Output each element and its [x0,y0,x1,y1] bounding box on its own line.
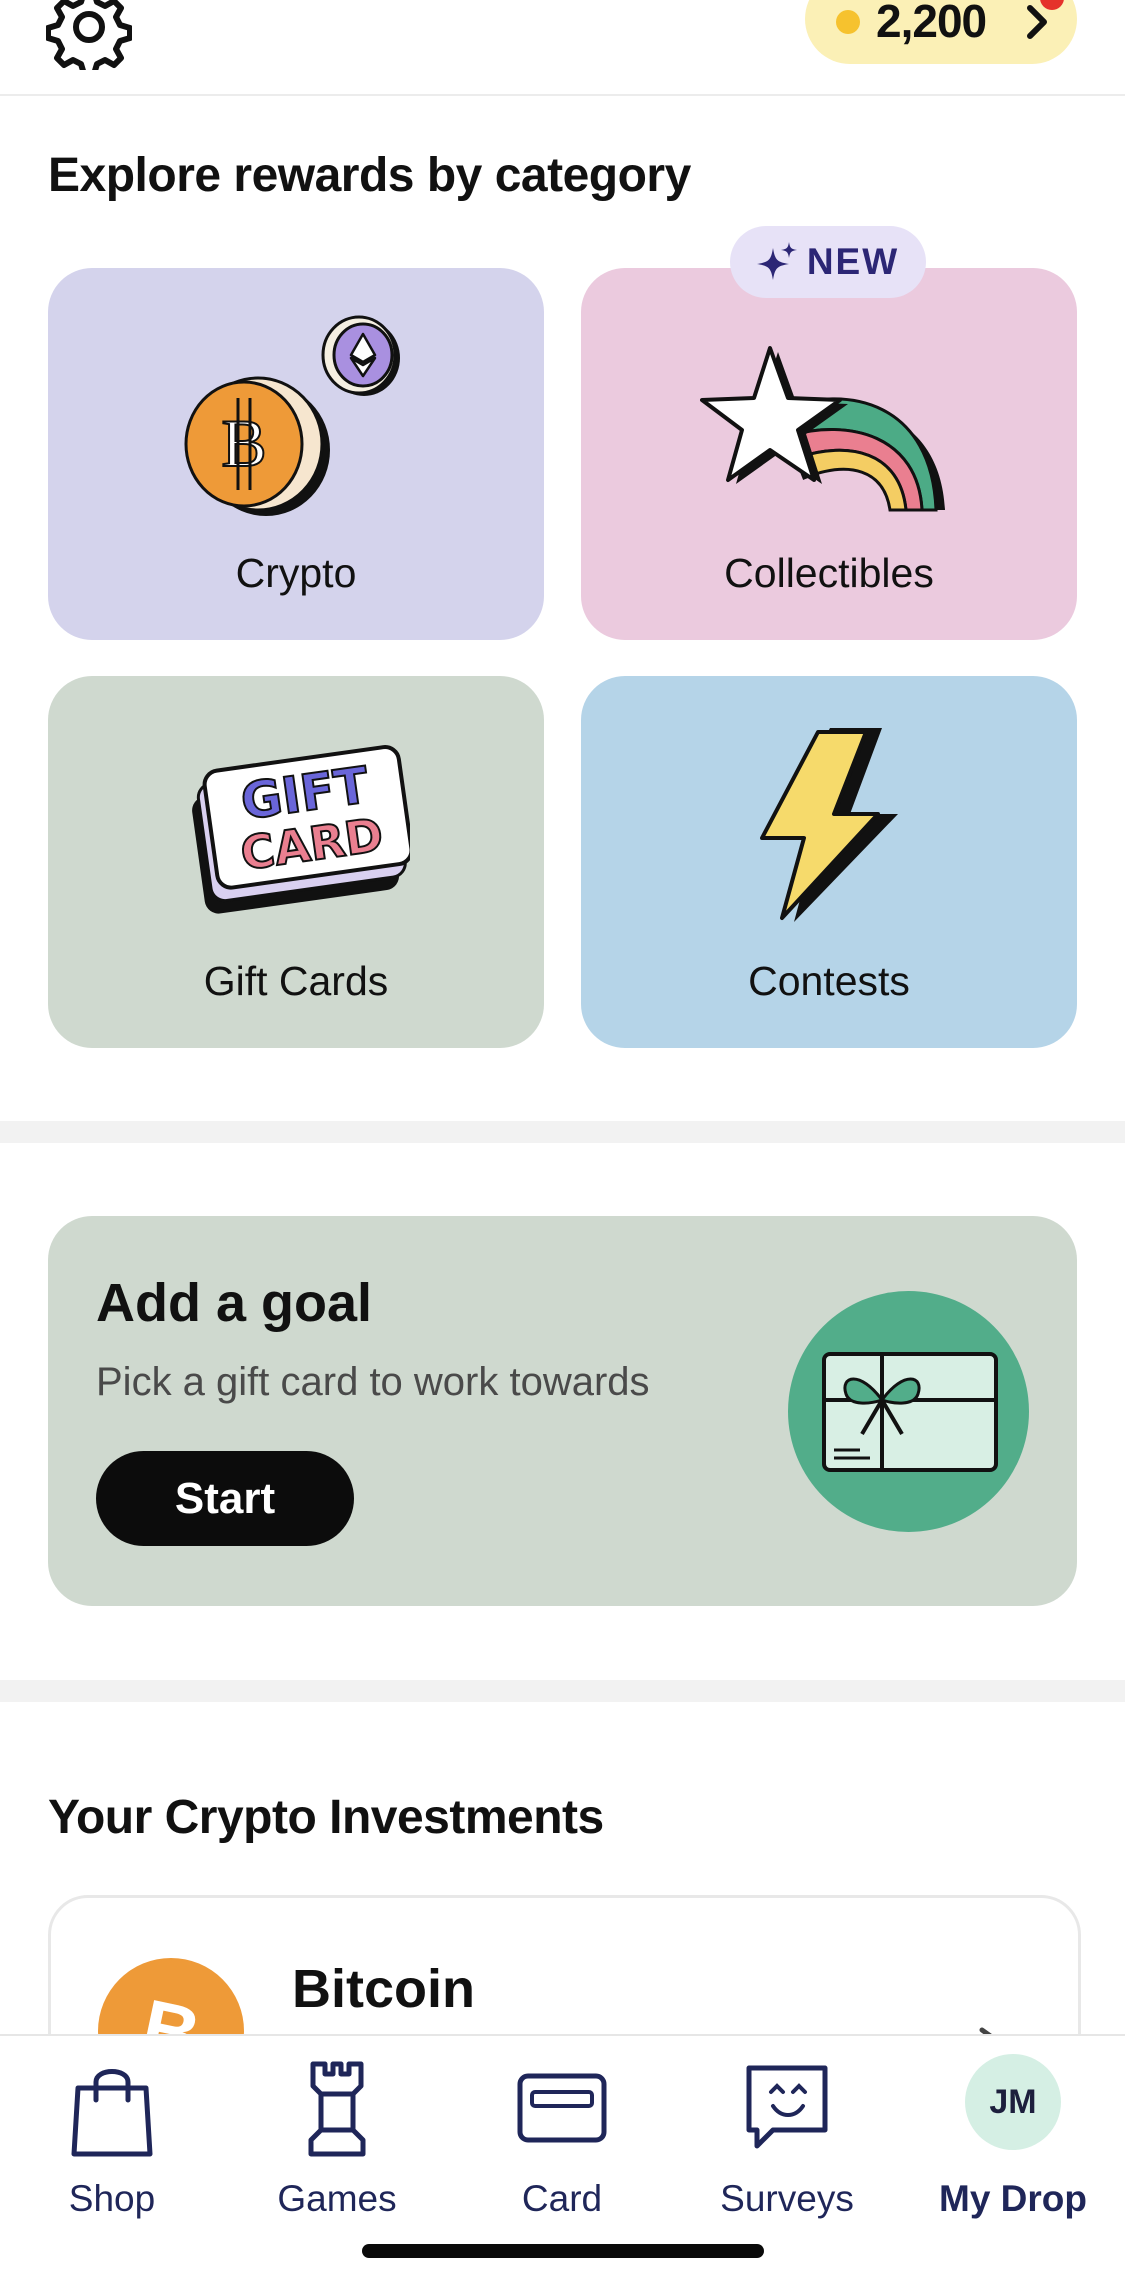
category-label-collectibles: Collectibles [724,550,934,596]
coin-icon [836,10,860,34]
section-title-categories: Explore rewards by category [48,149,691,202]
category-label-contests: Contests [748,958,910,1004]
shooting-star-icon [700,346,945,512]
section-divider [0,1680,1125,1702]
home-indicator [362,2244,764,2258]
svg-text:B: B [221,405,266,481]
shopping-bag-icon [71,2069,153,2157]
nav-label-games: Games [277,2178,397,2219]
gift-card-icon: GIFT CARD [192,745,410,914]
category-label-crypto: Crypto [235,550,357,596]
investment-name: Bitcoin [292,1959,475,2019]
chat-smile-icon [746,2065,828,2149]
nav-label-card: Card [521,2178,603,2219]
new-badge: NEW [730,226,926,298]
rook-icon [308,2061,366,2157]
settings-gear-icon[interactable] [46,0,132,70]
points-balance: 2,200 [876,0,987,47]
lightning-bolt-icon [760,728,898,922]
nav-label-surveys: Surveys [720,2178,854,2219]
new-badge-label: NEW [806,241,900,282]
gift-card-ribbon-icon [822,1352,998,1472]
avatar[interactable]: JM [965,2054,1061,2150]
nav-label-shop: Shop [68,2178,156,2219]
goal-subtitle: Pick a gift card to work towards [96,1360,650,1404]
section-title-investments: Your Crypto Investments [48,1791,604,1844]
category-label-gift-cards: Gift Cards [203,958,389,1004]
goal-title: Add a goal [96,1273,373,1333]
start-goal-button[interactable]: Start [96,1451,354,1546]
nav-label-my-drop: My Drop [939,2178,1087,2219]
crypto-coins-icon: B [184,315,400,516]
sparkle-icon [756,242,797,280]
section-divider [0,1121,1125,1143]
credit-card-icon [517,2073,607,2143]
